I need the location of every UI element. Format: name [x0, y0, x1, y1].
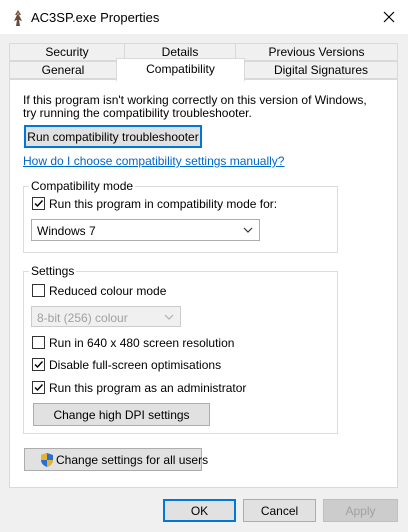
- checkmark-icon: [34, 384, 44, 392]
- change-dpi-button[interactable]: Change high DPI settings: [33, 403, 210, 426]
- run-as-admin-label: Run this program as an administrator: [49, 381, 247, 395]
- reduced-colour-checkbox[interactable]: [32, 284, 45, 297]
- chevron-down-icon: [164, 314, 174, 320]
- apply-button[interactable]: Apply: [323, 499, 398, 522]
- checkmark-icon: [34, 200, 44, 208]
- os-select[interactable]: Windows 7: [31, 219, 260, 241]
- tab-previous-versions[interactable]: Previous Versions: [235, 43, 398, 61]
- close-button[interactable]: [376, 4, 402, 30]
- compatibility-mode-legend: Compatibility mode: [29, 179, 136, 193]
- change-all-users-label: Change settings for all users: [56, 452, 209, 467]
- os-select-value: Windows 7: [37, 224, 96, 238]
- run-as-admin-checkbox[interactable]: [32, 381, 45, 394]
- run-troubleshooter-button[interactable]: Run compatibility troubleshooter: [24, 125, 202, 148]
- fullscreen-optimisations-label: Disable full-screen optimisations: [49, 358, 222, 372]
- settings-legend: Settings: [29, 264, 77, 278]
- ok-button[interactable]: OK: [163, 499, 236, 522]
- low-res-checkbox[interactable]: [32, 336, 45, 349]
- tab-security[interactable]: Security: [9, 43, 125, 61]
- tab-general[interactable]: General: [9, 61, 117, 79]
- intro-line-2: try running the compatibility troublesho…: [23, 106, 252, 120]
- cancel-button[interactable]: Cancel: [243, 499, 316, 522]
- intro-line-1: If this program isn't working correctly …: [23, 93, 367, 107]
- tab-compatibility[interactable]: Compatibility: [116, 58, 245, 81]
- chevron-down-icon: [243, 227, 253, 233]
- compat-mode-label: Run this program in compatibility mode f…: [49, 197, 278, 211]
- shield-icon: [41, 452, 53, 467]
- tab-digital-signatures[interactable]: Digital Signatures: [244, 61, 398, 79]
- help-link[interactable]: How do I choose compatibility settings m…: [23, 154, 284, 168]
- app-icon: [9, 9, 27, 27]
- window-title: AC3SP.exe Properties: [31, 10, 160, 25]
- change-all-users-button[interactable]: Change settings for all users: [24, 448, 208, 471]
- compat-mode-checkbox[interactable]: [32, 197, 45, 210]
- low-res-label: Run in 640 x 480 screen resolution: [49, 336, 235, 350]
- checkmark-icon: [34, 361, 44, 369]
- close-icon: [383, 11, 395, 23]
- colour-depth-select: 8-bit (256) colour: [31, 306, 181, 327]
- fullscreen-optimisations-checkbox[interactable]: [32, 358, 45, 371]
- reduced-colour-label: Reduced colour mode: [49, 284, 167, 298]
- colour-depth-value: 8-bit (256) colour: [37, 311, 128, 325]
